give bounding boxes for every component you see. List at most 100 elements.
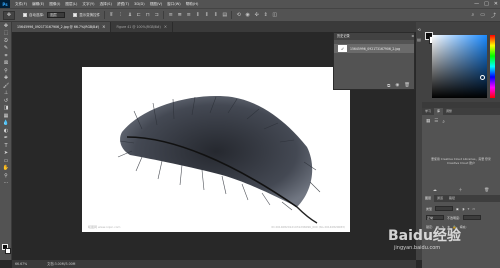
menu-edit[interactable]: 编辑(E) [32,2,44,7]
menu-help[interactable]: 帮助(H) [186,2,199,7]
dodge-tool-icon[interactable]: ◐ [0,127,12,135]
app-logo[interactable]: Ps [0,0,10,8]
search-icon[interactable]: ⌕ [442,119,445,125]
distribute-hcenter-icon[interactable]: ⦀ [204,12,209,18]
crop-tool-icon[interactable]: ⌗ [0,52,12,60]
move-tool-icon[interactable]: ✥ [0,22,12,30]
close-icon[interactable]: ✕ [494,1,498,7]
lasso-tool-icon[interactable]: ᘐ [0,37,12,45]
clone-stamp-tool-icon[interactable]: ⊥ [0,90,12,98]
search-icon[interactable]: ⌕ [471,12,474,19]
minimize-icon[interactable]: — [474,1,479,7]
menu-window[interactable]: 窗口(W) [167,2,181,7]
history-item[interactable]: ➶ 15645996_0921T3167906_2.jpg [334,44,414,53]
zoom-tool-icon[interactable]: ⚲ [0,172,12,180]
frame-tool-icon[interactable]: ⊠ [0,60,12,68]
auto-select-dropdown[interactable]: 图层 [47,12,66,18]
shape-tool-icon[interactable]: ▭ [0,157,12,165]
eyedropper-tool-icon[interactable]: ⚲ [0,67,12,75]
camera-icon[interactable]: ◉ [395,83,399,88]
3d-roll-icon[interactable]: ◉ [245,12,250,18]
filter-type-icon[interactable]: T [467,207,469,211]
tab-channels[interactable]: 通道 [434,195,446,202]
document-info[interactable]: 文档:3.00M/3.00M [47,260,75,268]
pen-tool-icon[interactable]: ✒ [0,135,12,143]
history-brush-tool-icon[interactable]: ↺ [0,97,12,105]
distribute-bottom-icon[interactable]: ≡ [186,12,191,18]
path-select-tool-icon[interactable]: ➤ [0,150,12,158]
blend-mode-dropdown[interactable]: 正常 [426,215,444,220]
tab-paths[interactable]: 路径 [446,195,458,202]
hue-slider[interactable] [490,35,495,98]
cloud-icon[interactable]: ☁ [433,187,437,193]
zoom-level[interactable]: 66.67% [15,260,27,268]
eraser-tool-icon[interactable]: ◨ [0,105,12,113]
hand-tool-icon[interactable]: ✋ [0,165,12,173]
tab-close-icon[interactable]: × [164,24,167,29]
3d-drag-icon[interactable]: ✣ [254,12,259,18]
tab-learn[interactable]: 学习 [422,108,434,115]
tab-layers[interactable]: 图层 [422,195,435,202]
auto-align-icon[interactable]: ▤ [222,12,227,18]
auto-select-checkbox[interactable] [23,13,27,17]
trash-icon[interactable]: 🗑 [404,83,410,88]
trash-icon[interactable]: 🗑 [484,187,489,193]
panel-menu-icon[interactable]: ≡ [411,33,414,40]
3d-slide-icon[interactable]: ⇕ [263,12,268,18]
share-icon[interactable]: ⤴ [491,12,496,19]
menu-layer[interactable]: 图层(L) [65,2,77,7]
background-color-swatch[interactable] [5,248,11,254]
more-tools-icon[interactable]: ⋯ [0,180,12,188]
history-item-label: 15645996_0921T3167906_2.jpg [350,46,401,51]
tab-document-1[interactable]: 15645996_0921T3167906_2.jpg @ 66.7%(RGB/… [12,22,112,32]
document-canvas[interactable]: 昵图网 www.nipic.com ID:2014082012103129609… [82,67,350,232]
marquee-tool-icon[interactable]: ⬚ [0,30,12,38]
move-tool-preset-icon[interactable]: ✥ [3,10,15,20]
color-field[interactable] [432,35,487,98]
gradient-tool-icon[interactable]: ▦ [0,112,12,120]
add-icon[interactable]: ＋ [458,187,462,193]
align-left-icon[interactable]: ⊏ [136,12,141,18]
menu-view[interactable]: 视图(V) [150,2,162,7]
list-view-icon[interactable]: ☰ [434,119,438,125]
quick-select-tool-icon[interactable]: ✎ [0,45,12,53]
distribute-top-icon[interactable]: ≡ [168,12,173,18]
distribute-left-icon[interactable]: ⦀ [195,12,200,18]
menu-3d[interactable]: 3D(D) [134,2,145,6]
align-vcenter-icon[interactable]: ⫶ [118,12,123,18]
new-document-icon[interactable]: ⧉ [387,83,390,89]
menu-type[interactable]: 文字(Y) [82,2,94,7]
workspace-icon[interactable]: ▭ [480,12,485,19]
tab-adjustments[interactable]: 调整 [443,108,455,115]
type-tool-icon[interactable]: T [0,142,12,150]
layer-kind-label: 类型 [426,206,433,211]
history-panel-title[interactable]: 历史记录 [337,33,350,40]
tab-libraries[interactable]: 库 [434,108,444,115]
align-right-icon[interactable]: ⊐ [154,12,159,18]
menu-select[interactable]: 选择(S) [100,2,112,7]
blur-tool-icon[interactable]: 💧 [0,120,12,128]
3d-orbit-icon[interactable]: ⟲ [236,12,241,18]
maximize-icon[interactable]: □ [484,1,489,7]
healing-brush-tool-icon[interactable]: ✚ [0,75,12,83]
align-bottom-icon[interactable]: ⫫ [127,12,132,18]
align-hcenter-icon[interactable]: ⊓ [145,12,150,18]
filter-shape-icon[interactable]: ▭ [472,207,475,211]
distribute-right-icon[interactable]: ⦀ [213,12,218,18]
tab-close-icon[interactable]: × [102,24,105,29]
filter-adjust-icon[interactable]: ◑ [462,207,465,211]
distribute-center-icon[interactable]: ≣ [177,12,182,18]
menu-image[interactable]: 图像(I) [49,2,60,7]
layer-kind-dropdown[interactable] [435,206,454,211]
3d-scale-icon[interactable]: ◫ [272,12,277,18]
menu-file[interactable]: 文件(F) [15,2,27,7]
opacity-field[interactable] [463,215,482,220]
color-picker-marker[interactable] [480,75,485,80]
grid-view-icon[interactable]: ▦ [426,119,430,125]
filter-pixel-icon[interactable]: ▣ [456,207,459,211]
brush-tool-icon[interactable]: 🖌 [0,82,12,90]
align-top-icon[interactable]: ⫪ [109,12,114,18]
show-transform-checkbox[interactable] [73,13,78,17]
menu-filter[interactable]: 滤镜(T) [117,2,129,7]
tab-document-2[interactable]: Figure 41 @ 100%(RGB/8#) × [111,22,174,32]
